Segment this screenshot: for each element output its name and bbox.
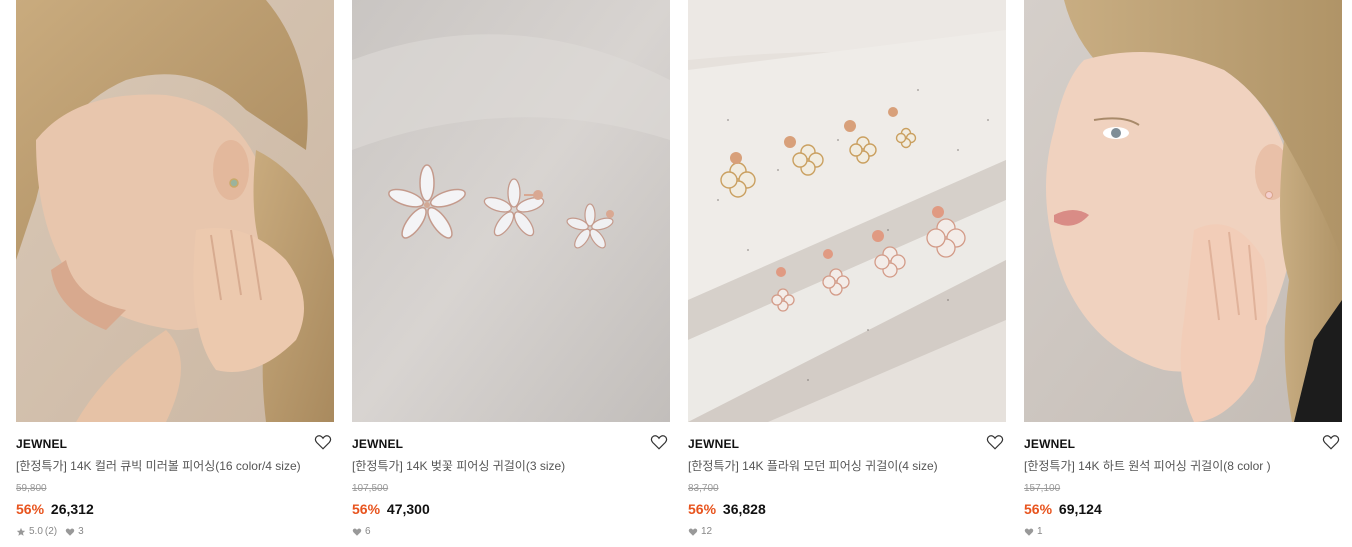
heart-outline-icon[interactable] bbox=[314, 433, 332, 451]
original-price: 83,700 bbox=[688, 483, 719, 494]
original-price: 59,800 bbox=[16, 483, 47, 494]
product-image[interactable] bbox=[16, 0, 334, 422]
heart-outline-icon[interactable] bbox=[986, 433, 1004, 451]
like-count: 1 bbox=[1037, 526, 1043, 537]
product-title[interactable]: [한정특가] 14K 컬러 큐빅 미러볼 피어싱(16 color/4 size… bbox=[16, 458, 334, 474]
brand-name[interactable]: JEWNEL bbox=[352, 436, 670, 452]
brand-name[interactable]: JEWNEL bbox=[1024, 436, 1342, 452]
sale-price: 47,300 bbox=[386, 501, 430, 517]
review-count: (2) bbox=[44, 526, 58, 537]
heart-filled-icon bbox=[352, 527, 362, 537]
like-count: 12 bbox=[701, 526, 713, 537]
product-meta: 5.0 (2) 3 bbox=[16, 526, 334, 538]
product-card[interactable]: JEWNEL [한정특가] 14K 벚꽃 피어싱 귀걸이(3 size) 107… bbox=[352, 0, 670, 547]
sale-price: 69,124 bbox=[1058, 501, 1102, 517]
product-card[interactable]: JEWNEL [한정특가] 14K 플라워 모던 피어싱 귀걸이(4 size)… bbox=[688, 0, 1006, 547]
sale-price: 36,828 bbox=[722, 501, 766, 517]
heart-filled-icon bbox=[688, 527, 698, 537]
product-meta: 6 bbox=[352, 526, 670, 538]
discount-rate: 56% bbox=[1024, 501, 1053, 517]
discount-rate: 56% bbox=[688, 501, 717, 517]
product-title[interactable]: [한정특가] 14K 벚꽃 피어싱 귀걸이(3 size) bbox=[352, 458, 670, 474]
product-card[interactable]: JEWNEL [한정특가] 14K 컬러 큐빅 미러볼 피어싱(16 color… bbox=[16, 0, 334, 547]
product-image[interactable] bbox=[352, 0, 670, 422]
heart-outline-icon[interactable] bbox=[1322, 433, 1340, 451]
brand-name[interactable]: JEWNEL bbox=[688, 436, 1006, 452]
product-title[interactable]: [한정특가] 14K 플라워 모던 피어싱 귀걸이(4 size) bbox=[688, 458, 1006, 474]
product-card[interactable]: JEWNEL [한정특가] 14K 하트 원석 피어싱 귀걸이(8 color … bbox=[1024, 0, 1342, 547]
product-grid: JEWNEL [한정특가] 14K 컬러 큐빅 미러볼 피어싱(16 color… bbox=[16, 0, 1342, 547]
discount-rate: 56% bbox=[16, 501, 45, 517]
heart-filled-icon bbox=[65, 527, 75, 537]
price-row: 56% 69,124 bbox=[1024, 500, 1342, 518]
price-row: 56% 36,828 bbox=[688, 500, 1006, 518]
heart-filled-icon bbox=[1024, 527, 1034, 537]
sale-price: 26,312 bbox=[50, 501, 94, 517]
like-count: 6 bbox=[365, 526, 371, 537]
product-title[interactable]: [한정특가] 14K 하트 원석 피어싱 귀걸이(8 color ) bbox=[1024, 458, 1342, 474]
product-meta: 1 bbox=[1024, 526, 1342, 538]
price-row: 56% 47,300 bbox=[352, 500, 670, 518]
brand-name[interactable]: JEWNEL bbox=[16, 436, 334, 452]
star-icon bbox=[16, 527, 26, 537]
product-image[interactable] bbox=[688, 0, 1006, 422]
like-count: 3 bbox=[78, 526, 84, 537]
original-price: 107,500 bbox=[352, 483, 389, 494]
price-row: 56% 26,312 bbox=[16, 500, 334, 518]
product-meta: 12 bbox=[688, 526, 1006, 538]
heart-outline-icon[interactable] bbox=[650, 433, 668, 451]
original-price: 157,100 bbox=[1024, 483, 1061, 494]
rating-value: 5.0 bbox=[29, 526, 43, 537]
product-image[interactable] bbox=[1024, 0, 1342, 422]
discount-rate: 56% bbox=[352, 501, 381, 517]
